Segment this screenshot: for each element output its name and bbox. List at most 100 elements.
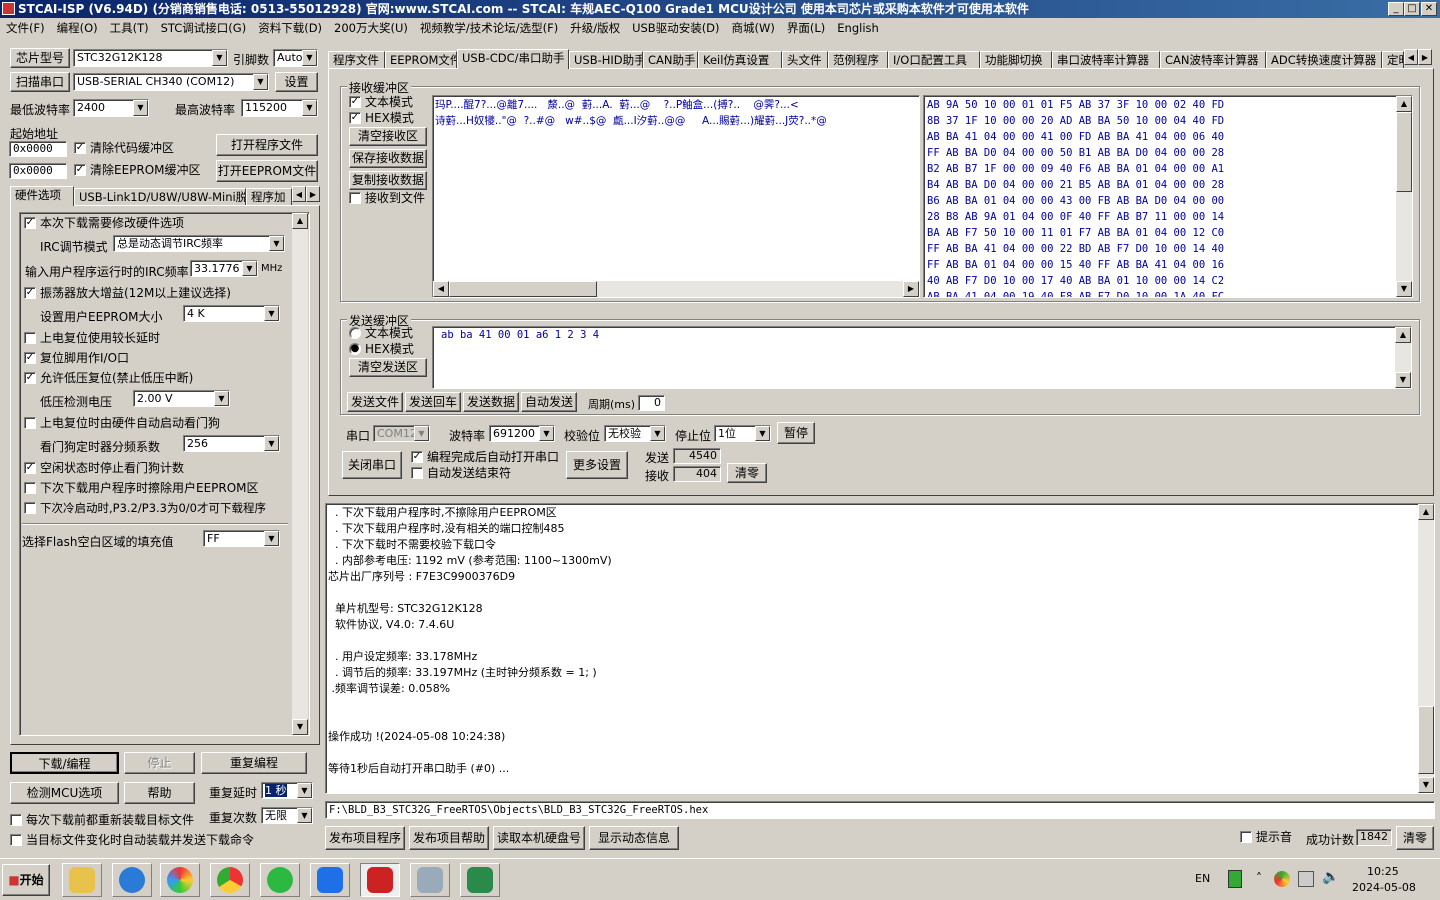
calculator-icon[interactable]	[410, 863, 450, 897]
long-delay-checkbox[interactable]: 上电复位使用较长延时	[22, 331, 160, 345]
open-program-file-button[interactable]: 打开程序文件	[216, 134, 318, 156]
auto-end-checkbox[interactable]: 自动发送结束符	[409, 466, 511, 480]
tab-can[interactable]: CAN助手	[643, 51, 698, 69]
minimize-button[interactable]: _	[1388, 2, 1404, 16]
auto-send-button[interactable]: 自动发送	[521, 392, 577, 412]
send-file-button[interactable]: 发送文件	[347, 392, 403, 412]
keil-icon[interactable]	[460, 863, 500, 897]
scroll-thumb[interactable]	[449, 281, 597, 297]
rx-text-hscrollbar[interactable]: ◀ ▶	[433, 281, 919, 297]
scroll-up-icon[interactable]: ▲	[292, 213, 308, 229]
tray-expand-icon[interactable]: ˄	[1256, 871, 1262, 885]
erase-eeprom-checkbox[interactable]: 下次下载用户程序时擦除用户EEPROM区	[22, 481, 259, 495]
receive-text-view[interactable]: 玛P....醌7?...@離7.... 漦..@ 薱...A. 薱...@ ?.…	[432, 95, 920, 298]
publish-project-button[interactable]: 发布项目程序	[325, 826, 405, 850]
fill-value-select[interactable]: FF ▼	[203, 530, 280, 547]
receive-hex-view[interactable]: AB 9A 50 10 00 01 01 F5 AB 37 3F 10 00 0…	[923, 95, 1413, 298]
log-vscrollbar[interactable]: ▲ ▼	[1418, 504, 1434, 793]
rx-hex-vscrollbar[interactable]: ▲ ▼	[1396, 96, 1412, 297]
scroll-up-icon[interactable]: ▲	[1395, 327, 1411, 343]
open-eeprom-file-button[interactable]: 打开EEPROM文件	[216, 160, 318, 182]
scroll-up-icon[interactable]: ▲	[1396, 96, 1412, 112]
copy-receive-button[interactable]: 复制接收数据	[349, 171, 427, 190]
feishu-icon[interactable]	[310, 863, 350, 897]
osc-gain-checkbox[interactable]: ✓ 振荡器放大增益(12M以上建议选择)	[22, 286, 231, 300]
tx-text-mode-radio[interactable]: 文本模式	[347, 326, 413, 340]
auto-on-change-checkbox[interactable]: 当目标文件变化时自动装载并发送下载命令	[8, 833, 254, 847]
close-port-button[interactable]: 关闭串口	[342, 451, 402, 479]
scroll-down-icon[interactable]: ▼	[1395, 372, 1411, 388]
menu-program[interactable]: 编程(O)	[51, 18, 104, 38]
tab-pin-switch[interactable]: 功能脚切换	[980, 51, 1052, 69]
lvd-select[interactable]: 2.00 V ▼	[133, 390, 230, 407]
idle-wdt-checkbox[interactable]: ✓ 空闲状态时停止看门狗计数	[22, 461, 184, 475]
clock-date[interactable]: 2024-05-08	[1352, 881, 1416, 894]
language-indicator[interactable]: EN	[1195, 872, 1210, 885]
tab-examples[interactable]: 范例程序	[828, 51, 888, 69]
close-button[interactable]: ✕	[1421, 2, 1437, 16]
repeat-count-select[interactable]: 无限 ▼	[261, 807, 313, 824]
cold-boot-checkbox[interactable]: 下次冷启动时,P3.2/P3.3为0/0才可下载程序	[22, 501, 266, 515]
stcai-isp-icon[interactable]	[360, 863, 400, 897]
scroll-right-icon[interactable]: ▶	[903, 281, 919, 297]
menu-shop[interactable]: 商城(W)	[726, 18, 781, 38]
period-input[interactable]: 0	[638, 395, 665, 411]
volume-icon[interactable]: 🔈	[1322, 869, 1339, 885]
parity-select[interactable]: 无校验 ▼	[604, 425, 666, 442]
rx-to-file-checkbox[interactable]: 接收到文件	[347, 191, 425, 205]
wechat-icon[interactable]	[260, 863, 300, 897]
low-voltage-reset-checkbox[interactable]: ✓ 允许低压复位(禁止低压中断)	[22, 371, 193, 385]
tab-usb-hid[interactable]: USB-HID助手	[569, 51, 643, 69]
scroll-down-icon[interactable]: ▼	[1396, 281, 1412, 297]
check-mcu-button[interactable]: 检测MCU选项	[10, 782, 119, 804]
file-explorer-icon[interactable]	[62, 863, 102, 897]
tab-program-file[interactable]: 程序文件	[328, 51, 385, 69]
reload-each-checkbox[interactable]: 每次下载前都重新装载目标文件	[8, 813, 194, 827]
scan-port-button[interactable]: 扫描串口	[10, 72, 70, 92]
menu-debug[interactable]: STC调试接口(G)	[155, 18, 253, 38]
beep-checkbox[interactable]: 提示音	[1238, 830, 1292, 844]
menu-upgrade[interactable]: 升级/版权	[564, 18, 626, 38]
pin-count-select[interactable]: Auto ▼	[273, 49, 318, 67]
tab-scroll-right-icon[interactable]: ▶	[1418, 49, 1432, 65]
tab-io-config[interactable]: I/O口配置工具	[888, 51, 980, 69]
tab-eeprom-file[interactable]: EEPROM文件	[385, 51, 457, 69]
max-baud-select[interactable]: 115200 ▼	[241, 99, 318, 117]
tab-uart-baud-calc[interactable]: 串口波特率计算器	[1052, 51, 1160, 69]
battery-icon[interactable]	[1228, 870, 1242, 888]
send-enter-button[interactable]: 发送回车	[405, 392, 461, 412]
scroll-thumb[interactable]	[1396, 112, 1412, 192]
log-output[interactable]: . 下次下载用户程序时,不擦除用户EEPROM区 . 下次下载用户程序时,没有相…	[325, 503, 1435, 794]
menu-file[interactable]: 文件(F)	[0, 18, 51, 38]
tab-scroll-right-icon[interactable]: ▶	[306, 186, 320, 202]
clear-receive-button[interactable]: 清空接收区	[349, 127, 427, 146]
tab-program-add[interactable]: 程序加	[246, 188, 292, 206]
clock-time[interactable]: 10:25	[1367, 865, 1399, 878]
scroll-down-icon[interactable]: ▼	[292, 719, 308, 735]
chip-model-button[interactable]: 芯片型号	[10, 48, 70, 68]
reset-io-checkbox[interactable]: ✓ 复位脚用作I/O口	[22, 351, 129, 365]
scroll-down-icon[interactable]: ▼	[1418, 777, 1434, 793]
ie-browser-icon[interactable]	[112, 863, 152, 897]
more-settings-button[interactable]: 更多设置	[566, 451, 628, 479]
baud-select[interactable]: 691200 ▼	[489, 425, 555, 442]
repeat-program-button[interactable]: 重复编程	[201, 752, 307, 774]
scroll-up-icon[interactable]: ▲	[1418, 504, 1434, 520]
irc-mode-select[interactable]: 总是动态调节IRC频率 ▼	[113, 235, 285, 252]
menu-usb-driver[interactable]: USB驱动安装(D)	[626, 18, 725, 38]
clear-send-button[interactable]: 清空发送区	[349, 358, 427, 377]
settings-button[interactable]: 设置	[275, 72, 318, 92]
tab-adc-speed-calc[interactable]: ADC转换速度计算器	[1266, 51, 1382, 69]
eeprom-size-select[interactable]: 4 K ▼	[183, 305, 280, 322]
pause-button[interactable]: 暂停	[777, 422, 815, 444]
eeprom-address-input[interactable]: 0x0000	[9, 163, 67, 179]
rx-hex-mode-checkbox[interactable]: ✓ HEX模式	[347, 111, 414, 125]
menu-award[interactable]: 200万大奖(U)	[328, 18, 414, 38]
maximize-button[interactable]: □	[1404, 2, 1420, 16]
hardware-scrollbar[interactable]: ▲ ▼	[292, 213, 308, 735]
clear-counts-button[interactable]: 清零	[727, 463, 767, 483]
tab-keil-sim[interactable]: Keil仿真设置	[698, 51, 782, 69]
repeat-delay-select[interactable]: 1 秒 ▼	[261, 782, 313, 799]
start-button[interactable]: ■开始	[2, 864, 50, 896]
min-baud-select[interactable]: 2400 ▼	[73, 99, 149, 117]
